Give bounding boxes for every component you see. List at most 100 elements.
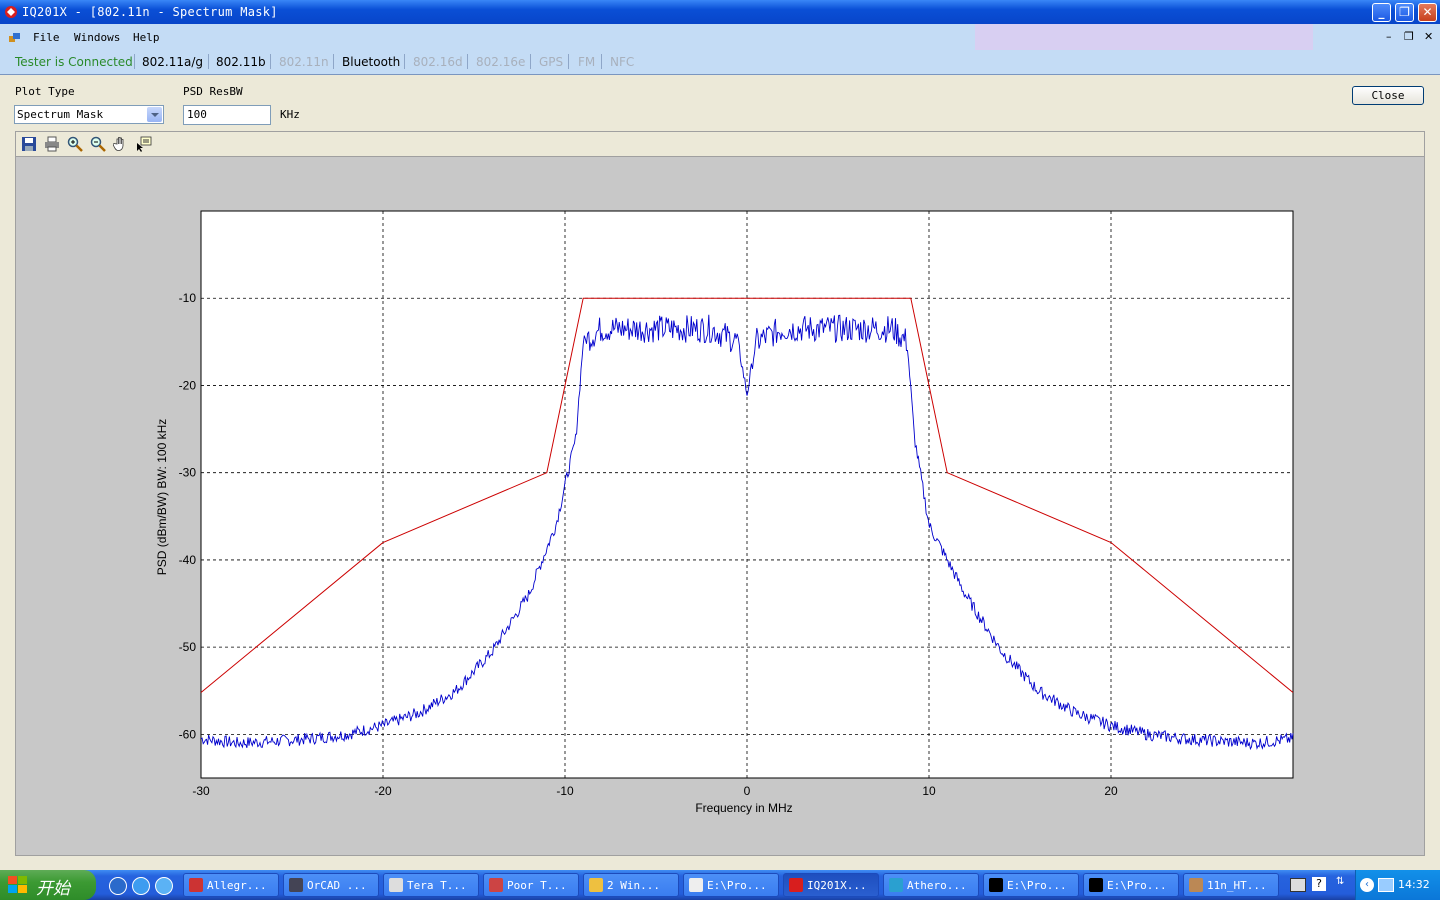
tab-80216d[interactable]: 802.16d [413, 55, 463, 69]
tab-nfc[interactable]: NFC [610, 55, 634, 69]
allegro-icon [189, 878, 203, 892]
taskbar-item-epro-3[interactable]: E:\Pro... [1083, 873, 1179, 897]
taskbar-item-iq201x[interactable]: IQ201X... [783, 873, 879, 897]
close-window-button[interactable]: ✕ [1418, 3, 1437, 22]
psd-resbw-value: 100 [187, 108, 207, 121]
taskbar-item-11nht[interactable]: 11n_HT... [1183, 873, 1279, 897]
start-label: 开始 [36, 879, 70, 899]
tab-separator [208, 54, 209, 69]
help-quicklaunch-icon[interactable] [109, 877, 127, 895]
tab-separator [568, 54, 569, 69]
tab-separator [601, 54, 602, 69]
mdi-child-icon[interactable] [9, 33, 20, 42]
tab-separator [530, 54, 531, 69]
tab-gps[interactable]: GPS [539, 55, 563, 69]
print-icon[interactable] [44, 136, 60, 152]
tab-separator [270, 54, 271, 69]
plot-type-label: Plot Type [15, 85, 75, 98]
iq201x-icon [789, 878, 803, 892]
x-tick-label: 0 [744, 784, 751, 798]
x-tick-label: -30 [192, 784, 210, 798]
psd-resbw-label: PSD ResBW [183, 85, 243, 98]
y-axis-label: PSD (dBm/BW) BW: 100 kHz [155, 419, 169, 575]
x-tick-label: -10 [556, 784, 574, 798]
y-tick-label: -30 [179, 466, 197, 480]
save-icon[interactable] [21, 136, 37, 152]
window-title: IQ201X - [802.11n - Spectrum Mask] [22, 5, 278, 19]
menu-windows[interactable]: Windows [74, 31, 120, 44]
plot-type-select[interactable]: Spectrum Mask [14, 105, 164, 124]
taskbar-item-epro-2[interactable]: E:\Pro... [983, 873, 1079, 897]
network-icon[interactable] [1378, 878, 1394, 892]
title-bar: IQ201X - [802.11n - Spectrum Mask] _ ❐ ✕ [0, 0, 1440, 24]
x-axis-label: Frequency in MHz [695, 801, 792, 815]
taskbar-item-epro-1[interactable]: E:\Pro... [683, 873, 779, 897]
tab-80211b[interactable]: 802.11b [216, 55, 266, 69]
taskbar: 开始 Allegr... OrCAD ... Tera T... Poor T.… [0, 870, 1440, 900]
options-icon[interactable]: ⇅ [1336, 876, 1344, 887]
taskbar-item-allegro[interactable]: Allegr... [183, 873, 279, 897]
y-tick-label: -50 [179, 640, 197, 654]
atheros-icon [889, 878, 903, 892]
y-tick-label: -20 [179, 378, 197, 392]
tab-separator [404, 54, 405, 69]
tab-separator [333, 54, 334, 69]
taskbar-item-orcad[interactable]: OrCAD ... [283, 873, 379, 897]
cmd-icon [989, 878, 1003, 892]
connection-status: Tester is Connected [15, 55, 133, 69]
tray-collapse-icon[interactable]: ‹ [1360, 878, 1374, 892]
poor-icon [489, 878, 503, 892]
data-cursor-icon[interactable] [136, 136, 152, 152]
chevron-down-icon[interactable] [147, 107, 162, 122]
zoom-out-icon[interactable] [90, 136, 106, 152]
restore-button[interactable]: ❐ [1395, 3, 1414, 22]
windows-logo-icon [8, 876, 27, 893]
app-logo-icon [5, 6, 17, 18]
zoom-in-icon[interactable] [67, 136, 83, 152]
menu-file[interactable]: File [33, 31, 60, 44]
tab-80211ag[interactable]: 802.11a/g [142, 55, 203, 69]
psd-resbw-input[interactable]: 100 [183, 105, 271, 125]
clock: 14:32 [1398, 878, 1430, 891]
taskbar-item-poor[interactable]: Poor T... [483, 873, 579, 897]
tab-80216e[interactable]: 802.16e [476, 55, 525, 69]
help-tray-icon[interactable]: ? [1312, 877, 1326, 891]
tab-separator [467, 54, 468, 69]
tab-separator [134, 54, 135, 69]
notepad-icon [689, 878, 703, 892]
browser-quicklaunch-icon[interactable] [155, 877, 173, 895]
close-button[interactable]: Close [1352, 86, 1424, 105]
start-button[interactable]: 开始 [0, 870, 96, 900]
folder-icon [589, 878, 603, 892]
y-tick-label: -10 [179, 291, 197, 305]
plot-type-value: Spectrum Mask [17, 108, 104, 121]
spectrum-mask-chart[interactable]: -30 -20 -10 0 10 20 -10 -20 -30 -40 -50 -60 Frequen… [16, 157, 1424, 855]
mdi-close-icon[interactable]: ✕ [1424, 30, 1433, 43]
mdi-restore-icon[interactable]: ❐ [1404, 30, 1414, 43]
plot-toolbar [15, 131, 1425, 157]
taskbar-item-teraterm[interactable]: Tera T... [383, 873, 479, 897]
y-tick-label: -60 [179, 727, 197, 741]
menu-bar: File Windows Help – ❐ ✕ [0, 24, 1440, 50]
teraterm-icon [389, 878, 403, 892]
keyboard-icon[interactable] [1290, 878, 1306, 892]
tab-fm[interactable]: FM [578, 55, 595, 69]
pan-hand-icon[interactable] [113, 136, 129, 152]
psd-unit-label: KHz [280, 108, 300, 121]
tab-bluetooth[interactable]: Bluetooth [342, 55, 400, 69]
x-tick-label: -20 [374, 784, 392, 798]
standard-tab-bar: Tester is Connected 802.11a/g 802.11b 80… [0, 50, 1440, 75]
tab-80211n[interactable]: 802.11n [279, 55, 329, 69]
taskbar-item-atheros[interactable]: Athero... [883, 873, 979, 897]
mdi-minimize-icon[interactable]: – [1386, 30, 1392, 43]
cmd-icon [1089, 878, 1103, 892]
taskbar-item-2win[interactable]: 2 Win... [583, 873, 679, 897]
plot-area: -30 -20 -10 0 10 20 -10 -20 -30 -40 -50 -60 Frequen… [15, 157, 1425, 856]
winrar-icon [1189, 878, 1203, 892]
ie-quicklaunch-icon[interactable] [132, 877, 150, 895]
menu-help[interactable]: Help [133, 31, 160, 44]
x-tick-label: 10 [922, 784, 936, 798]
orcad-icon [289, 878, 303, 892]
minimize-button[interactable]: _ [1372, 3, 1391, 22]
x-tick-label: 20 [1104, 784, 1118, 798]
